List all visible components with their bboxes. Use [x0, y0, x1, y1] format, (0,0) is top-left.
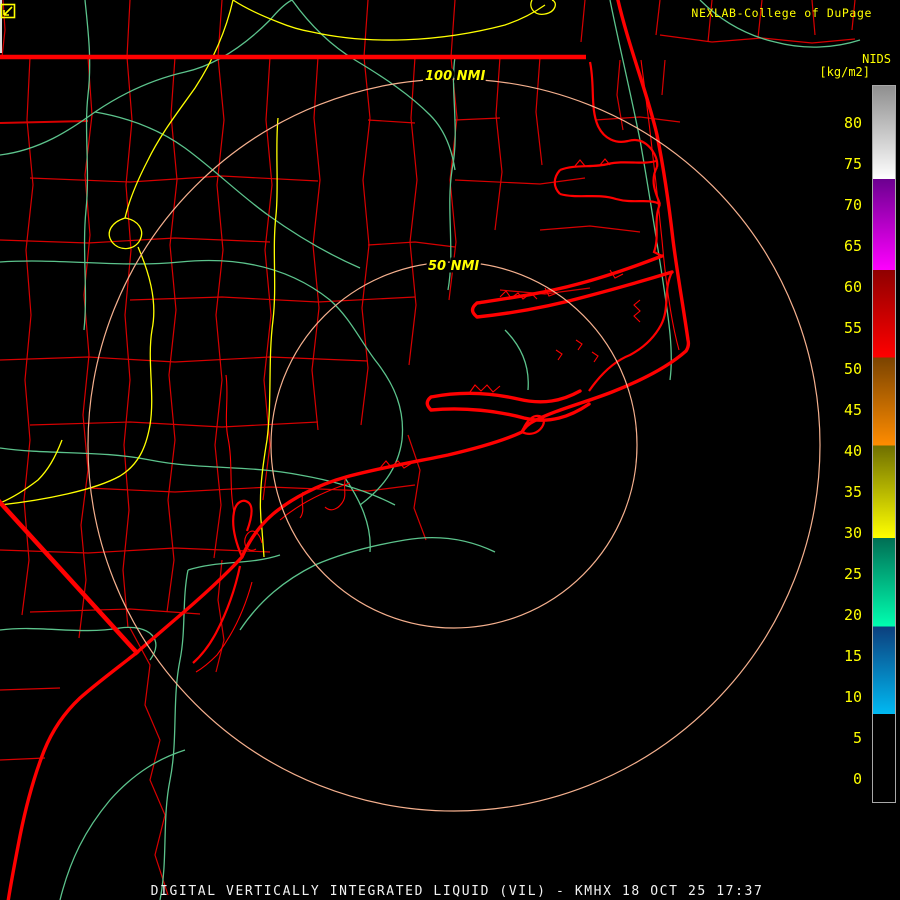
pamlico-river [473, 256, 673, 317]
colorbar-tick-label: 10 [832, 689, 862, 705]
colorbar-tick-label: 0 [832, 771, 862, 787]
colorbar-tick-label: 20 [832, 607, 862, 623]
colorbar-tick-label: 30 [832, 525, 862, 541]
currituck-shore [590, 62, 657, 167]
colorbar-tick-label: 35 [832, 484, 862, 500]
colorbar-gradient [872, 85, 896, 803]
ring-label-50nmi: 50 NMI [428, 259, 479, 274]
colorbar-tick-label: 75 [832, 156, 862, 172]
colorbar-tick-label: 70 [832, 197, 862, 213]
coastline [8, 0, 688, 900]
product-caption: DIGITAL VERTICALLY INTEGRATED LIQUID (VI… [151, 884, 764, 899]
colorbar-tick-label: 25 [832, 566, 862, 582]
range-ring-100nmi [88, 79, 820, 811]
radar-display: 100 NMI 50 NMI NEXLAB-College of DuPage … [0, 0, 900, 900]
neuse-river [427, 391, 589, 420]
colorbar-tick-label: 45 [832, 402, 862, 418]
box-arrow-icon [0, 3, 16, 19]
ring-label-100nmi: 100 NMI [425, 69, 485, 84]
colorbar-tick-label: 15 [832, 648, 862, 664]
colorbar-tick-label: 80 [832, 115, 862, 131]
outer-coast [8, 0, 688, 900]
colorbar-units: [kg/m2] [819, 65, 870, 79]
colorbar-tick-label: 55 [832, 320, 862, 336]
roads [0, 0, 860, 900]
colorbar-title: NIDS [862, 52, 891, 66]
cape-fear [233, 501, 252, 557]
range-ring-50nmi [271, 262, 637, 628]
colorbar-tick-label: 60 [832, 279, 862, 295]
colorbar-tick-label: 5 [832, 730, 862, 746]
colorbar-tick-label: 50 [832, 361, 862, 377]
source-attribution: NEXLAB-College of DuPage [691, 6, 872, 20]
colorbar-tick-label: 40 [832, 443, 862, 459]
range-rings [88, 79, 820, 811]
radar-map: 100 NMI 50 NMI [0, 0, 900, 900]
county-boundaries [0, 0, 855, 895]
colorbar-tick-label: 65 [832, 238, 862, 254]
